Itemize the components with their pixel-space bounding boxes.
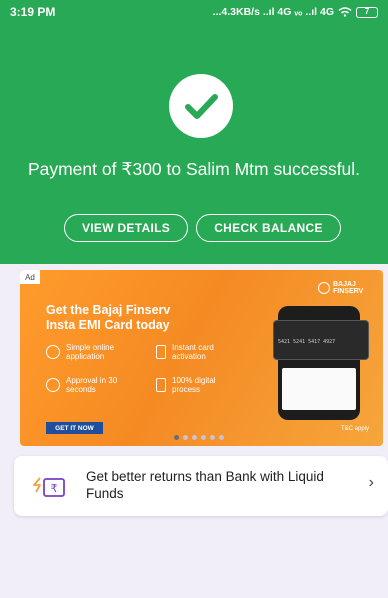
chevron-right-icon[interactable]: ›	[369, 474, 374, 492]
status-bar: 3:19 PM ...4.3KB/s ..ıl 4G ᵥₒ ..ıl 4G 7	[0, 0, 388, 24]
brand-logo: BAJAJ FINSERV	[318, 281, 373, 295]
rupee-card-icon: ₹	[33, 477, 65, 497]
wifi-icon	[338, 7, 352, 17]
phone-icon	[156, 345, 166, 359]
success-check-icon	[169, 74, 233, 138]
phone-screen-illustration	[282, 368, 356, 410]
feature-item: Instant card activation	[156, 343, 256, 361]
view-details-button[interactable]: VIEW DETAILS	[64, 214, 188, 242]
tap-phone-icon	[156, 378, 166, 392]
banner-title: Get the Bajaj Finserv Insta EMI Card tod…	[46, 303, 171, 332]
carousel-indicator	[174, 435, 224, 440]
card-number: 5421 5241 5417 4927	[278, 339, 336, 345]
carousel-dot[interactable]	[174, 435, 179, 440]
ad-banner[interactable]: Ad BAJAJ FINSERV Get the Bajaj Finserv I…	[20, 270, 383, 446]
terms-label: T&C apply	[340, 426, 369, 432]
carousel-dot[interactable]	[192, 435, 197, 440]
payment-message: Payment of ₹300 to Salim Mtm successful.	[27, 159, 361, 179]
payment-success-panel: Payment of ₹300 to Salim Mtm successful.…	[0, 24, 388, 264]
get-it-now-button[interactable]: GET IT NOW	[46, 422, 103, 434]
brand-name: BAJAJ FINSERV	[333, 281, 364, 295]
network-speed: ...4.3KB/s ..ıl 4G ᵥₒ ..ıl 4G	[212, 6, 334, 18]
feature-item: Simple online application	[46, 343, 146, 361]
svg-text:₹: ₹	[51, 482, 58, 495]
liquid-funds-card[interactable]: ₹ Get better returns than Bank with Liqu…	[14, 456, 388, 516]
emi-card-illustration: 5421 5241 5417 4927	[273, 320, 369, 360]
feature-item: 100% digital process	[156, 376, 256, 394]
carousel-dot[interactable]	[210, 435, 215, 440]
carousel-dot[interactable]	[201, 435, 206, 440]
carousel-dot[interactable]	[219, 435, 224, 440]
fingerprint-icon	[46, 345, 60, 359]
check-balance-button[interactable]: CHECK BALANCE	[196, 214, 341, 242]
brand-mark-icon	[318, 282, 330, 294]
status-time: 3:19 PM	[10, 5, 56, 19]
status-icons: ...4.3KB/s ..ıl 4G ᵥₒ ..ıl 4G 7	[213, 6, 378, 18]
carousel-dot[interactable]	[183, 435, 188, 440]
clock-icon	[46, 378, 60, 392]
ad-label: Ad	[20, 270, 40, 284]
liquid-funds-text: Get better returns than Bank with Liquid…	[86, 469, 324, 501]
feature-item: Approval in 30 seconds	[46, 376, 146, 394]
battery-icon: 7	[356, 6, 378, 18]
